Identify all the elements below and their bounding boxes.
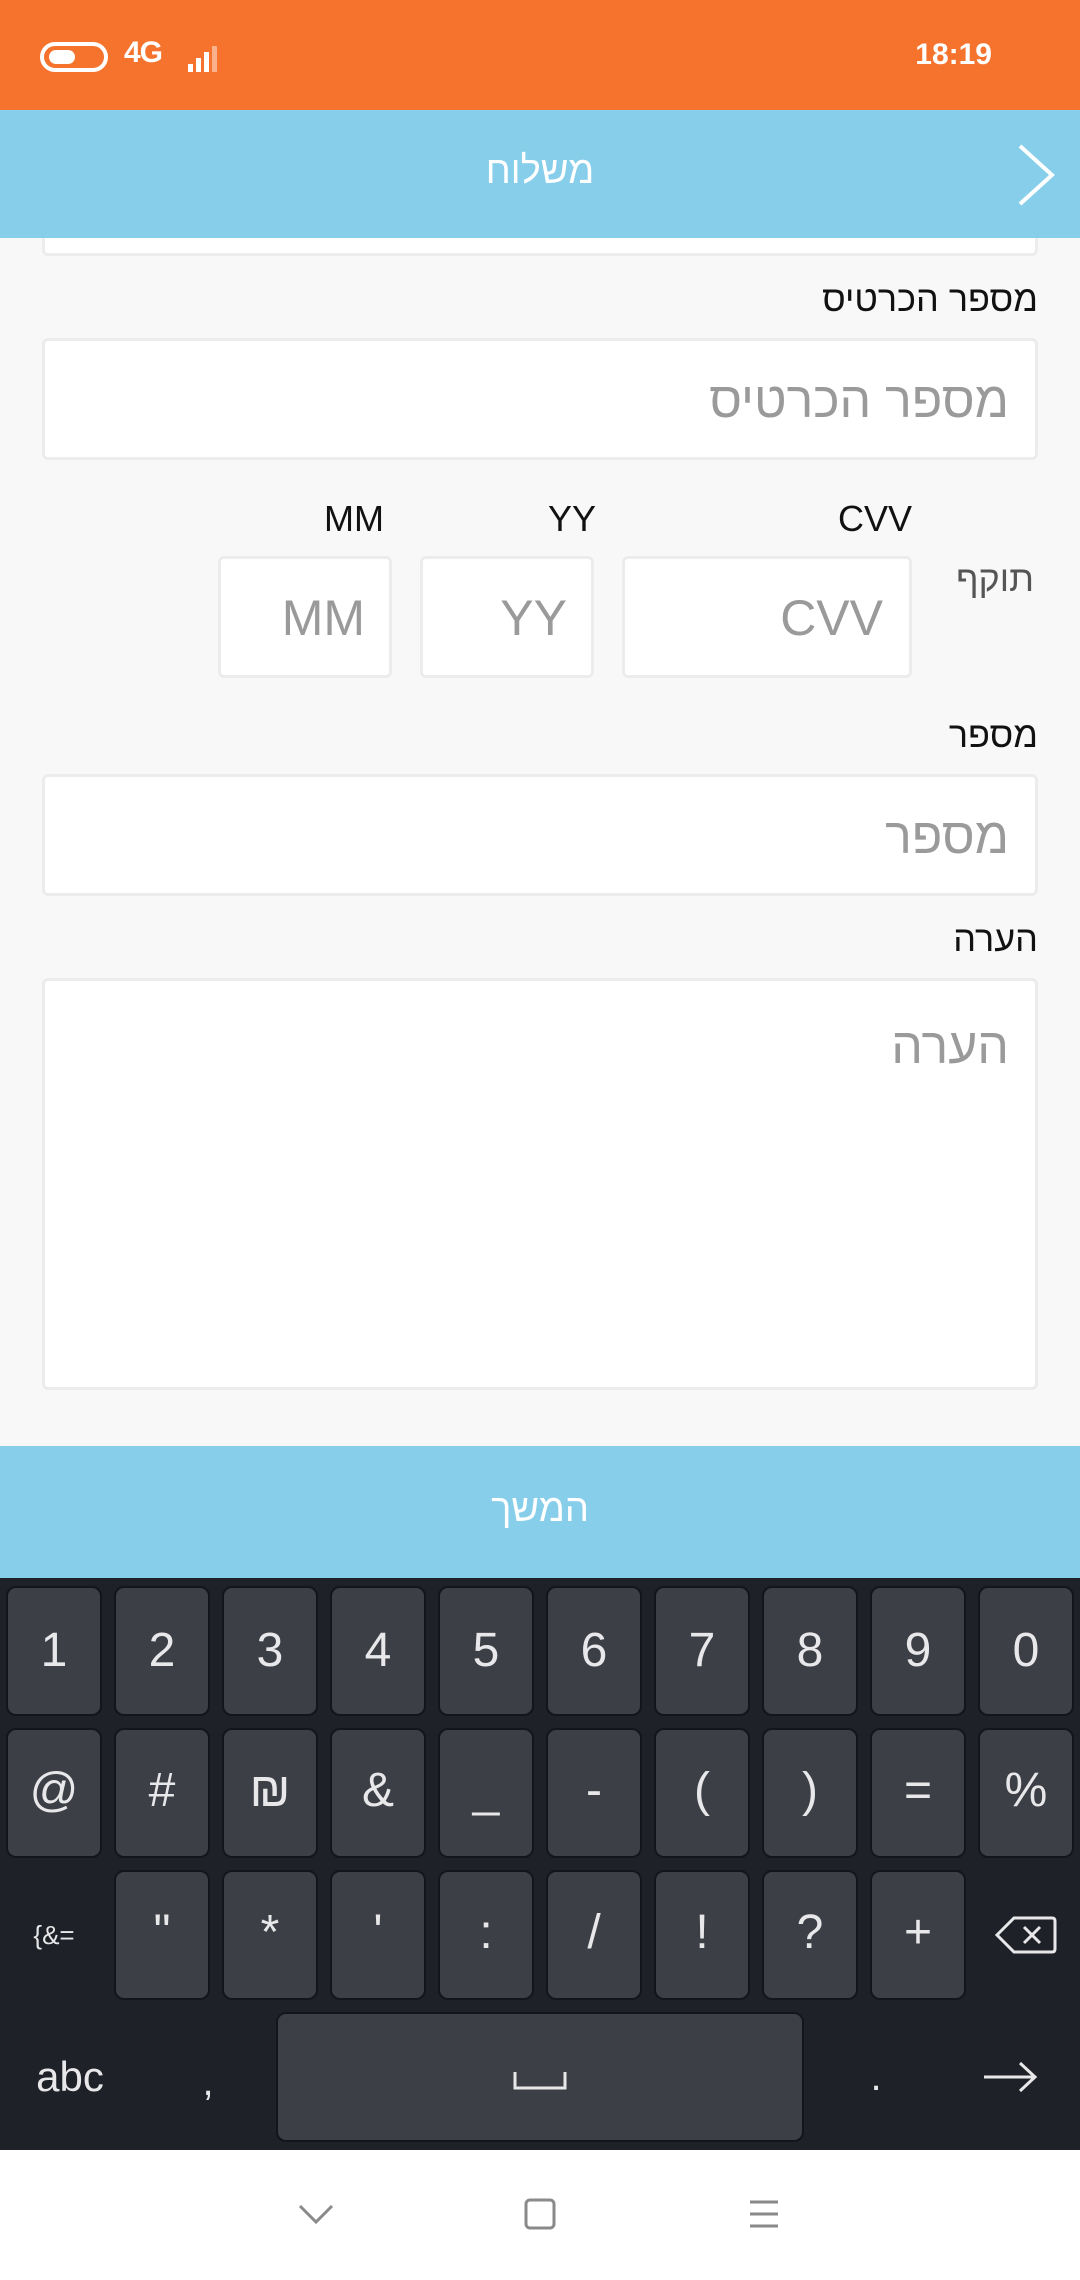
- key-2[interactable]: 2: [114, 1586, 210, 1716]
- key-3[interactable]: 3: [222, 1586, 318, 1716]
- key-at[interactable]: @: [6, 1728, 102, 1858]
- space-key[interactable]: [276, 2012, 804, 2142]
- key-ampersand[interactable]: &: [330, 1728, 426, 1858]
- year-input[interactable]: YY: [420, 556, 594, 678]
- chevron-right-icon: [1018, 144, 1055, 206]
- key-asterisk[interactable]: *: [222, 1870, 318, 2000]
- backspace-key[interactable]: [978, 1870, 1074, 2000]
- key-exclamation[interactable]: !: [654, 1870, 750, 2000]
- key-equals[interactable]: =: [870, 1728, 966, 1858]
- number-placeholder: מספר: [885, 808, 1009, 864]
- continue-button[interactable]: המשך: [0, 1446, 1080, 1578]
- card-number-input[interactable]: מספר הכרטיס: [42, 338, 1038, 460]
- arrow-right-icon: [984, 2061, 1038, 2093]
- key-open-paren[interactable]: (: [654, 1728, 750, 1858]
- period-key[interactable]: .: [828, 2012, 924, 2142]
- enter-key[interactable]: [960, 2012, 1060, 2142]
- clock: 18:19: [915, 38, 992, 71]
- backspace-icon: [994, 1916, 1057, 1954]
- cvv-placeholder: CVV: [780, 590, 883, 646]
- note-textarea[interactable]: הערה: [42, 978, 1038, 1390]
- previous-field-edge: [42, 238, 1038, 256]
- card-number-placeholder: מספר הכרטיס: [709, 372, 1009, 428]
- key-plus[interactable]: +: [870, 1870, 966, 2000]
- key-slash[interactable]: /: [546, 1870, 642, 2000]
- key-double-quote[interactable]: ": [114, 1870, 210, 2000]
- note-placeholder: הערה: [891, 1018, 1009, 1074]
- comma-key[interactable]: ,: [160, 2012, 256, 2142]
- key-percent[interactable]: %: [978, 1728, 1074, 1858]
- key-6[interactable]: 6: [546, 1586, 642, 1716]
- space-icon: [513, 2072, 567, 2090]
- key-apostrophe[interactable]: ': [330, 1870, 426, 2000]
- network-type: 4G: [124, 36, 163, 69]
- key-colon[interactable]: :: [438, 1870, 534, 2000]
- key-shekel[interactable]: ₪: [222, 1728, 318, 1858]
- page-title: משלוח: [485, 150, 595, 192]
- year-placeholder: YY: [500, 590, 567, 646]
- app-header: משלוח: [0, 110, 1080, 238]
- nav-back-button[interactable]: [296, 2194, 336, 2234]
- key-underscore[interactable]: _: [438, 1728, 534, 1858]
- month-placeholder: MM: [281, 590, 365, 646]
- signal-icon: [188, 44, 222, 72]
- key-9[interactable]: 9: [870, 1586, 966, 1716]
- month-input[interactable]: MM: [218, 556, 392, 678]
- app-root: 4G 18:19 משלוח מספר הכרטיס מספר הכרטיס C…: [0, 0, 1080, 2280]
- key-hash[interactable]: #: [114, 1728, 210, 1858]
- cvv-input[interactable]: CVV: [622, 556, 912, 678]
- note-label: הערה: [953, 918, 1038, 959]
- chevron-down-icon: [298, 2204, 334, 2225]
- key-0[interactable]: 0: [978, 1586, 1074, 1716]
- card-number-label: מספר הכרטיס: [822, 278, 1038, 319]
- system-nav-bar: [0, 2150, 1080, 2280]
- back-button[interactable]: [1002, 140, 1062, 210]
- status-bar: 4G 18:19: [0, 0, 1080, 110]
- key-1[interactable]: 1: [6, 1586, 102, 1716]
- menu-icon: [750, 2200, 778, 2228]
- nav-menu-button[interactable]: [744, 2194, 784, 2234]
- continue-button-label: המשך: [491, 1488, 589, 1530]
- month-label: MM: [324, 498, 384, 539]
- number-input[interactable]: מספר: [42, 774, 1038, 896]
- square-icon: [524, 2198, 556, 2230]
- year-label: YY: [548, 498, 597, 539]
- key-7[interactable]: 7: [654, 1586, 750, 1716]
- key-8[interactable]: 8: [762, 1586, 858, 1716]
- key-hyphen[interactable]: -: [546, 1728, 642, 1858]
- key-close-paren[interactable]: ): [762, 1728, 858, 1858]
- keyboard: 1 2 3 4 5 6 7 8 9 0 @ # ₪ & _ - ( ) = % …: [0, 1578, 1080, 2150]
- number-label: מספר: [948, 714, 1038, 755]
- symbols-toggle-key[interactable]: {&=: [6, 1870, 102, 2000]
- cvv-label: CVV: [838, 498, 913, 539]
- abc-key[interactable]: abc: [0, 2012, 140, 2142]
- network-indicator: 4G: [122, 36, 163, 70]
- key-5[interactable]: 5: [438, 1586, 534, 1716]
- expiry-label: תוקף: [956, 558, 1034, 599]
- key-4[interactable]: 4: [330, 1586, 426, 1716]
- key-question[interactable]: ?: [762, 1870, 858, 2000]
- nav-home-button[interactable]: [520, 2194, 560, 2234]
- battery-icon: [40, 42, 108, 72]
